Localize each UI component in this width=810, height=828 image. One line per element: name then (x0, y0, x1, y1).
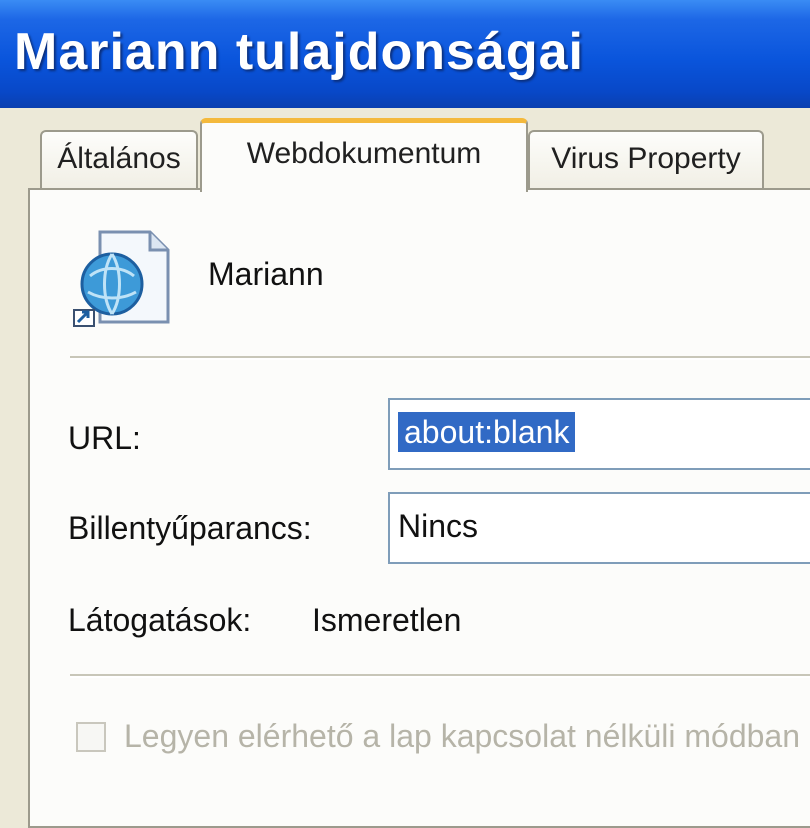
shortcut-input-value: Nincs (398, 508, 479, 544)
visits-label: Látogatások: (68, 602, 252, 638)
item-name: Mariann (208, 256, 324, 292)
tab-web-document[interactable]: Webdokumentum (200, 118, 528, 192)
title-bar[interactable]: Mariann tulajdonságai (0, 0, 810, 108)
offline-checkbox-label: Legyen elérhető a lap kapcsolat nélküli … (124, 718, 801, 754)
internet-shortcut-icon (73, 230, 170, 327)
shortcut-input[interactable]: Nincs (388, 492, 810, 564)
url-label: URL: (68, 420, 141, 456)
tab-general[interactable]: Általános (40, 130, 198, 188)
shortcut-label: Billentyűparancs: (68, 510, 312, 546)
divider-bottom (70, 674, 810, 678)
visits-value: Ismeretlen (312, 602, 462, 638)
window-title: Mariann tulajdonságai (14, 23, 584, 81)
divider-top (70, 356, 810, 360)
tab-virus-property[interactable]: Virus Property (528, 130, 764, 188)
url-input-value: about:blank (398, 412, 576, 452)
url-input[interactable]: about:blank (388, 398, 810, 470)
offline-checkbox[interactable] (76, 722, 106, 752)
